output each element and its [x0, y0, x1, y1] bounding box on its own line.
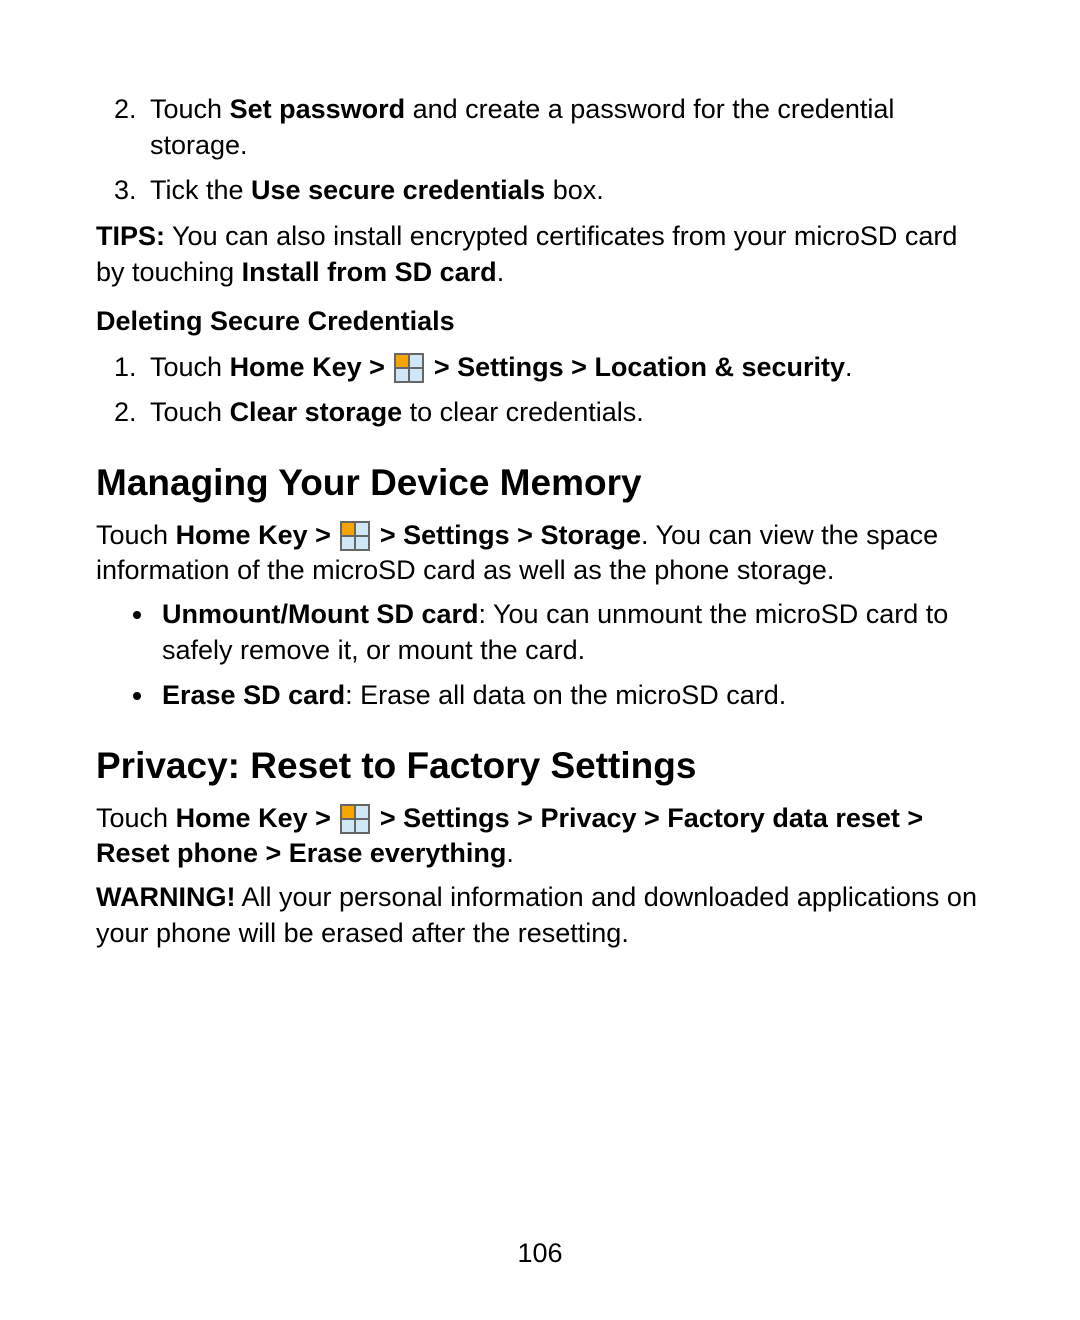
del2-c: to clear credentials.: [402, 397, 644, 427]
deleting-step-2: Touch Clear storage to clear credentials…: [144, 395, 984, 431]
deleting-step-1: Touch Home Key > > Settings > Location &…: [144, 350, 984, 386]
page-number: 106: [0, 1236, 1080, 1272]
memory-intro: Touch Home Key > > Settings > Storage. Y…: [96, 518, 984, 589]
del1-b: Home Key >: [230, 352, 393, 382]
app-grid-icon: [340, 804, 370, 834]
del1-a: Touch: [150, 352, 230, 382]
tips-paragraph: TIPS: You can also install encrypted cer…: [96, 219, 984, 290]
deleting-steps: Touch Home Key > > Settings > Location &…: [96, 350, 984, 431]
document-page: Touch Set password and create a password…: [0, 0, 1080, 1320]
warning-paragraph: WARNING! All your personal information a…: [96, 880, 984, 951]
memory-bullet-1: Unmount/Mount SD card: You can unmount t…: [156, 597, 984, 668]
del2-b: Clear storage: [230, 397, 403, 427]
managing-device-memory-heading: Managing Your Device Memory: [96, 459, 984, 508]
bul1-bold: Unmount/Mount SD card: [162, 599, 478, 629]
step-3-text-a: Tick the: [150, 175, 251, 205]
memory-bullets: Unmount/Mount SD card: You can unmount t…: [96, 597, 984, 714]
privacy-path: Touch Home Key > > Settings > Privacy > …: [96, 801, 984, 872]
bul2-bold: Erase SD card: [162, 680, 345, 710]
tips-text: You can also install encrypted certifica…: [96, 221, 957, 287]
deleting-secure-credentials-heading: Deleting Secure Credentials: [96, 304, 984, 340]
del1-c: > Settings > Location & security: [426, 352, 845, 382]
numbered-steps-top: Touch Set password and create a password…: [96, 92, 984, 209]
privacy-reset-heading: Privacy: Reset to Factory Settings: [96, 742, 984, 791]
step-2-bold: Set password: [230, 94, 406, 124]
app-grid-icon: [340, 521, 370, 551]
step-2-text-a: Touch: [150, 94, 230, 124]
mem-a: Touch: [96, 520, 176, 550]
mem-b: Home Key >: [176, 520, 339, 550]
step-2: Touch Set password and create a password…: [144, 92, 984, 163]
step-3-bold: Use secure credentials: [251, 175, 545, 205]
step-3: Tick the Use secure credentials box.: [144, 173, 984, 209]
priv-d: .: [506, 838, 514, 868]
priv-b: Home Key >: [176, 803, 339, 833]
warning-label: WARNING!: [96, 882, 235, 912]
del1-d: .: [845, 352, 853, 382]
tips-end: .: [497, 257, 505, 287]
bul2-rest: : Erase all data on the microSD card.: [345, 680, 786, 710]
memory-bullet-2: Erase SD card: Erase all data on the mic…: [156, 678, 984, 714]
tips-label: TIPS:: [96, 221, 165, 251]
mem-c: > Settings > Storage: [372, 520, 641, 550]
tips-bold: Install from SD card: [242, 257, 497, 287]
app-grid-icon: [394, 353, 424, 383]
priv-a: Touch: [96, 803, 176, 833]
step-3-text-b: box.: [545, 175, 604, 205]
del2-a: Touch: [150, 397, 230, 427]
